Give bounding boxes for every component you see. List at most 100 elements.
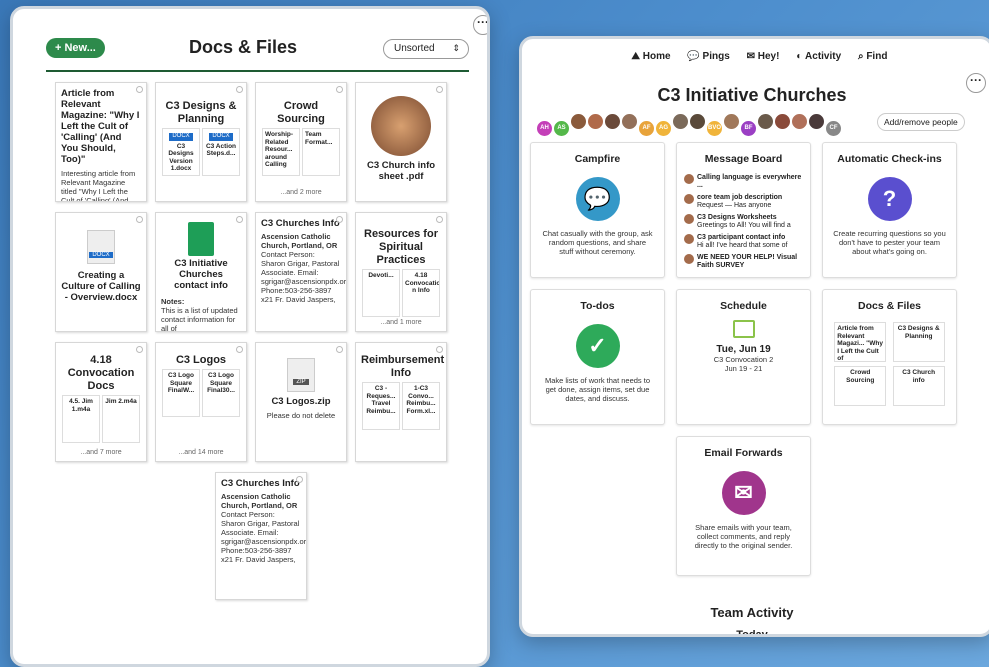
file-thumb: DOCX C3 Action Steps.d... — [202, 128, 240, 176]
add-remove-people-button[interactable]: Add/remove people — [877, 113, 965, 131]
sort-value: Unsorted — [394, 43, 435, 54]
tool-title: Campfire — [574, 153, 621, 165]
card-title: Article from Relevant Magazine: "Why I L… — [61, 88, 140, 165]
message-snippet: Hi all! I've heard that some of — [697, 242, 788, 249]
avatar[interactable]: AG — [656, 121, 671, 136]
file-name: Jim 2.m4a — [105, 398, 137, 405]
avatar[interactable]: CF — [826, 121, 841, 136]
doc-card-churches[interactable]: C3 Churches Info Ascension Catholic Chur… — [255, 212, 347, 332]
file-type: DOCX — [89, 252, 113, 258]
folder-card-designs[interactable]: C3 Designs & Planning DOCX C3 Designs Ver… — [155, 82, 247, 202]
file-card-zip[interactable]: ZIP C3 Logos.zip Please do not delete — [255, 342, 347, 462]
card-title: C3 Designs & Planning — [165, 100, 237, 125]
card-title: C3 Logos.zip — [271, 396, 331, 407]
status-icon — [336, 346, 343, 353]
avatar[interactable] — [690, 114, 705, 129]
file-name: C3 Action Steps.d... — [205, 142, 237, 158]
avatar[interactable] — [571, 114, 586, 129]
card-body: Please do not delete — [266, 411, 336, 420]
avatar — [684, 174, 694, 184]
avatar[interactable] — [673, 114, 688, 129]
avatar[interactable]: BF — [741, 121, 756, 136]
doc-thumb: Crowd Sourcing — [834, 366, 887, 406]
file-thumb: Worship-Related Resour... around Calling — [262, 128, 300, 176]
avatar[interactable] — [724, 114, 739, 129]
message-snippet: Greetings to All! You will find a — [697, 222, 791, 229]
tool-title: Message Board — [704, 153, 783, 165]
docs-files-window: + New... Docs & Files Unsorted ⇕ ··· Arti… — [10, 6, 490, 667]
file-thumb: 4.18 Convocatio n Info — [402, 269, 440, 317]
card-heading: Ascension Catholic Church, Portland, OR — [261, 232, 338, 250]
status-icon — [296, 476, 303, 483]
nav-hey[interactable]: ✉ Hey! — [747, 51, 780, 62]
avatar — [684, 234, 694, 244]
doc-thumb: C3 Designs & Planning — [892, 322, 945, 362]
folder-card-convocation[interactable]: 4.18 Convocation Docs 4.5. Jim 1.m4a Jim … — [55, 342, 147, 462]
more-count: ...and 1 more — [380, 319, 422, 326]
card-title: C3 Churches Info — [261, 218, 340, 229]
doc-card-churches-2[interactable]: C3 Churches Info Ascension Catholic Chur… — [215, 472, 307, 600]
nav-pings[interactable]: 💬 Pings — [687, 51, 729, 62]
nav-label: Hey! — [757, 51, 780, 62]
folder-card-resources[interactable]: Resources for Spiritual Practices Devoti… — [355, 212, 447, 332]
event-range: Jun 19 - 21 — [724, 364, 763, 373]
message-title: C3 Designs Worksheets — [697, 214, 777, 221]
file-thumb: Devoti... — [362, 269, 400, 317]
docx-icon: DOCX — [87, 230, 115, 264]
message-list: Calling language is everywhere ... core t… — [677, 173, 810, 273]
tool-campfire[interactable]: Campfire 💬 Chat casually with the group,… — [530, 142, 665, 278]
nav-find[interactable]: ⌕ Find — [858, 51, 888, 62]
file-name: C3 Designs Version 1.docx — [168, 142, 194, 173]
avatar[interactable] — [588, 114, 603, 129]
doc-card-article[interactable]: Article from Relevant Magazine: "Why I L… — [55, 82, 147, 202]
message-title: core team job description — [697, 194, 783, 201]
message-item[interactable]: C3 Designs Worksheets Greetings to All! Y… — [677, 213, 810, 233]
tool-checkins[interactable]: Automatic Check-ins ? Create recurring q… — [822, 142, 957, 278]
message-item[interactable]: core team job description Request — Has a… — [677, 193, 810, 213]
more-options-icon[interactable]: ··· — [473, 15, 487, 35]
file-thumb: C3 Logo Square Final30... — [202, 369, 240, 417]
avatar[interactable]: AS — [554, 121, 569, 136]
nav-label: Find — [866, 51, 888, 62]
tool-schedule[interactable]: Schedule Tue, Jun 19 C3 Convocation 2 Ju… — [676, 289, 811, 425]
nav-home[interactable]: ⛰ Home — [632, 51, 671, 62]
avatar[interactable]: AH — [537, 121, 552, 136]
message-item[interactable]: Calling language is everywhere ... — [677, 173, 810, 193]
avatar[interactable] — [809, 114, 824, 129]
campfire-icon: 💬 — [575, 177, 620, 221]
avatar[interactable] — [605, 114, 620, 129]
check-icon: ✓ — [575, 324, 620, 368]
folder-card-reimbursement[interactable]: Reimbursement Info C3 - Reques... Travel… — [355, 342, 447, 462]
more-count: ...and 7 more — [80, 449, 122, 456]
avatar[interactable] — [758, 114, 773, 129]
status-icon — [436, 346, 443, 353]
avatar[interactable] — [622, 114, 637, 129]
tool-desc: Share emails with your team, collect com… — [694, 523, 793, 550]
notes-label: Notes: — [161, 297, 185, 306]
avatar[interactable] — [792, 114, 807, 129]
folder-card-logos[interactable]: C3 Logos C3 Logo Square FinalW... C3 Logo… — [155, 342, 247, 462]
more-count: ...and 14 more — [178, 449, 224, 456]
doc-name: Article from Relevant Magazi... "Why I L… — [837, 325, 883, 362]
avatar[interactable]: AF — [639, 121, 654, 136]
file-card-pdf[interactable]: C3 Church info sheet .pdf — [355, 82, 447, 202]
tool-message-board[interactable]: Message Board Calling language is everyw… — [676, 142, 811, 278]
folder-card-crowd[interactable]: Crowd Sourcing Worship-Related Resour...… — [255, 82, 347, 202]
tool-todos[interactable]: To-dos ✓ Make lists of work that needs t… — [530, 289, 665, 425]
card-body: This is a list of updated contact inform… — [161, 306, 238, 332]
file-card-sheet[interactable]: C3 Initiative Churches contact info Note… — [155, 212, 247, 332]
avatar[interactable] — [775, 114, 790, 129]
nav-label: Home — [642, 51, 671, 62]
tool-email-forwards[interactable]: Email Forwards ✉ Share emails with your … — [676, 436, 811, 576]
file-card-docx[interactable]: DOCX Creating a Culture of Calling - Ove… — [55, 212, 147, 332]
message-item[interactable]: C3 participant contact info Hi all! I've … — [677, 233, 810, 253]
card-title: C3 Logos — [175, 354, 227, 366]
message-item[interactable]: WE NEED YOUR HELP! Visual Faith SURVEY — [677, 253, 810, 273]
file-name: C3 Logo Square Final30... — [207, 372, 235, 394]
message-title: C3 participant contact info — [697, 234, 786, 241]
nav-activity[interactable]: ◐ Activity — [796, 51, 841, 62]
sort-select[interactable]: Unsorted ⇕ — [383, 39, 469, 59]
tool-docs[interactable]: Docs & Files Article from Relevant Magaz… — [822, 289, 957, 425]
message-snippet: Request — Has anyone — [697, 202, 772, 209]
avatar[interactable]: BVO — [707, 121, 722, 136]
